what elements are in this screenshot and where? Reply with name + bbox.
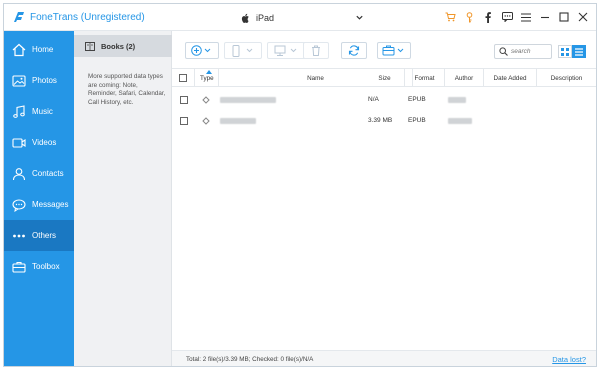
sidebar-item-home[interactable]: Home bbox=[4, 34, 74, 65]
phone-export-icon bbox=[232, 44, 253, 57]
device-selector[interactable]: iPad bbox=[241, 11, 366, 25]
table-row[interactable]: N/A EPUB bbox=[172, 89, 596, 110]
list-view-icon bbox=[575, 47, 583, 56]
toolbox-icon bbox=[12, 261, 26, 273]
column-header-size[interactable]: Size bbox=[365, 69, 405, 87]
maximize-icon[interactable] bbox=[557, 10, 571, 24]
toolbar bbox=[172, 31, 596, 69]
row-checkbox[interactable] bbox=[180, 116, 188, 125]
minimize-icon[interactable] bbox=[538, 10, 552, 24]
row-size: N/A bbox=[368, 96, 379, 103]
list-view-button[interactable] bbox=[572, 45, 586, 58]
row-format: EPUB bbox=[408, 117, 426, 124]
home-icon bbox=[12, 43, 26, 56]
sidebar-item-music[interactable]: Music bbox=[4, 96, 74, 127]
category-item-books[interactable]: Books (2) bbox=[74, 35, 172, 57]
sort-ascending-icon bbox=[206, 70, 212, 74]
others-icon bbox=[13, 234, 25, 237]
briefcase-icon bbox=[382, 45, 404, 56]
export-to-pc-button[interactable] bbox=[267, 42, 306, 59]
row-format: EPUB bbox=[408, 96, 426, 103]
column-header-date-added[interactable]: Date Added bbox=[484, 69, 537, 87]
refresh-button[interactable] bbox=[341, 42, 367, 59]
search-input[interactable] bbox=[511, 48, 551, 55]
sidebar-item-label: Videos bbox=[32, 138, 57, 147]
sidebar-item-label: Photos bbox=[32, 76, 57, 85]
grid-view-button[interactable] bbox=[558, 45, 572, 58]
videos-icon bbox=[12, 137, 26, 148]
sidebar-item-messages[interactable]: Messages bbox=[4, 189, 74, 220]
book-type-icon bbox=[202, 95, 210, 104]
column-header-format[interactable]: Format bbox=[405, 69, 445, 87]
add-icon bbox=[191, 45, 211, 56]
row-author-redacted bbox=[448, 89, 466, 110]
delete-button[interactable] bbox=[303, 42, 329, 59]
column-header-description[interactable]: Description bbox=[537, 69, 596, 87]
sidebar-item-label: Music bbox=[32, 107, 53, 116]
book-type-icon bbox=[202, 116, 210, 125]
fonetrans-logo-icon bbox=[14, 12, 24, 22]
export-to-device-button[interactable] bbox=[224, 42, 262, 59]
photos-icon bbox=[12, 74, 26, 87]
row-name-redacted bbox=[220, 110, 256, 131]
row-size: 3.39 MB bbox=[368, 117, 393, 124]
sidebar: Home Photos Music Videos Contacts Messag… bbox=[4, 31, 74, 366]
pc-export-icon bbox=[274, 45, 296, 56]
select-all-checkbox[interactable] bbox=[179, 74, 187, 82]
row-author-redacted bbox=[448, 110, 472, 131]
cart-icon[interactable] bbox=[443, 10, 457, 24]
row-checkbox[interactable] bbox=[180, 95, 188, 104]
grid-view-icon bbox=[561, 47, 569, 56]
sidebar-item-photos[interactable]: Photos bbox=[4, 65, 74, 96]
book-icon bbox=[85, 41, 95, 51]
close-icon[interactable] bbox=[576, 10, 590, 24]
sidebar-item-label: Toolbox bbox=[32, 262, 60, 271]
feedback-icon[interactable] bbox=[500, 10, 514, 24]
category-label: Books (2) bbox=[101, 41, 136, 51]
search-icon[interactable] bbox=[499, 47, 508, 56]
trash-icon bbox=[312, 45, 320, 56]
device-name: iPad bbox=[256, 13, 275, 23]
app-window: FoneTrans (Unregistered) iPad Home Photo… bbox=[3, 3, 597, 367]
music-icon bbox=[13, 104, 25, 118]
category-note: More supported data types are coming: No… bbox=[88, 73, 166, 106]
table-header: Type Name Size Format Author Date Added … bbox=[172, 69, 596, 87]
sidebar-item-label: Others bbox=[32, 231, 57, 240]
sidebar-item-label: Contacts bbox=[32, 169, 64, 178]
title-bar: FoneTrans (Unregistered) iPad bbox=[4, 4, 596, 31]
search-box bbox=[494, 44, 552, 59]
refresh-icon bbox=[348, 45, 360, 56]
contacts-icon bbox=[12, 167, 26, 180]
sidebar-item-others[interactable]: Others bbox=[4, 220, 74, 251]
table-row[interactable]: 3.39 MB EPUB bbox=[172, 110, 596, 131]
main-content: Type Name Size Format Author Date Added … bbox=[172, 31, 596, 366]
key-icon[interactable] bbox=[462, 10, 476, 24]
chevron-down-icon bbox=[356, 15, 363, 20]
add-button[interactable] bbox=[185, 42, 219, 59]
category-panel: Books (2) More supported data types are … bbox=[74, 31, 172, 366]
sidebar-item-videos[interactable]: Videos bbox=[4, 127, 74, 158]
data-lost-link[interactable]: Data lost? bbox=[552, 355, 586, 364]
messages-icon bbox=[12, 198, 26, 212]
column-header-author[interactable]: Author bbox=[445, 69, 484, 87]
status-summary: Total: 2 file(s)/3.39 MB; Checked: 0 fil… bbox=[186, 356, 314, 363]
menu-icon[interactable] bbox=[519, 10, 533, 24]
facebook-icon[interactable] bbox=[481, 10, 495, 24]
select-all-cell bbox=[172, 69, 195, 87]
sidebar-item-label: Messages bbox=[32, 200, 69, 209]
toolbox-dropdown-button[interactable] bbox=[377, 42, 411, 59]
status-bar: Total: 2 file(s)/3.39 MB; Checked: 0 fil… bbox=[172, 350, 596, 366]
app-title: FoneTrans (Unregistered) bbox=[30, 12, 145, 23]
sidebar-item-label: Home bbox=[32, 45, 54, 54]
apple-icon bbox=[241, 13, 249, 23]
sidebar-item-toolbox[interactable]: Toolbox bbox=[4, 251, 74, 282]
row-name-redacted bbox=[220, 89, 276, 110]
sidebar-item-contacts[interactable]: Contacts bbox=[4, 158, 74, 189]
